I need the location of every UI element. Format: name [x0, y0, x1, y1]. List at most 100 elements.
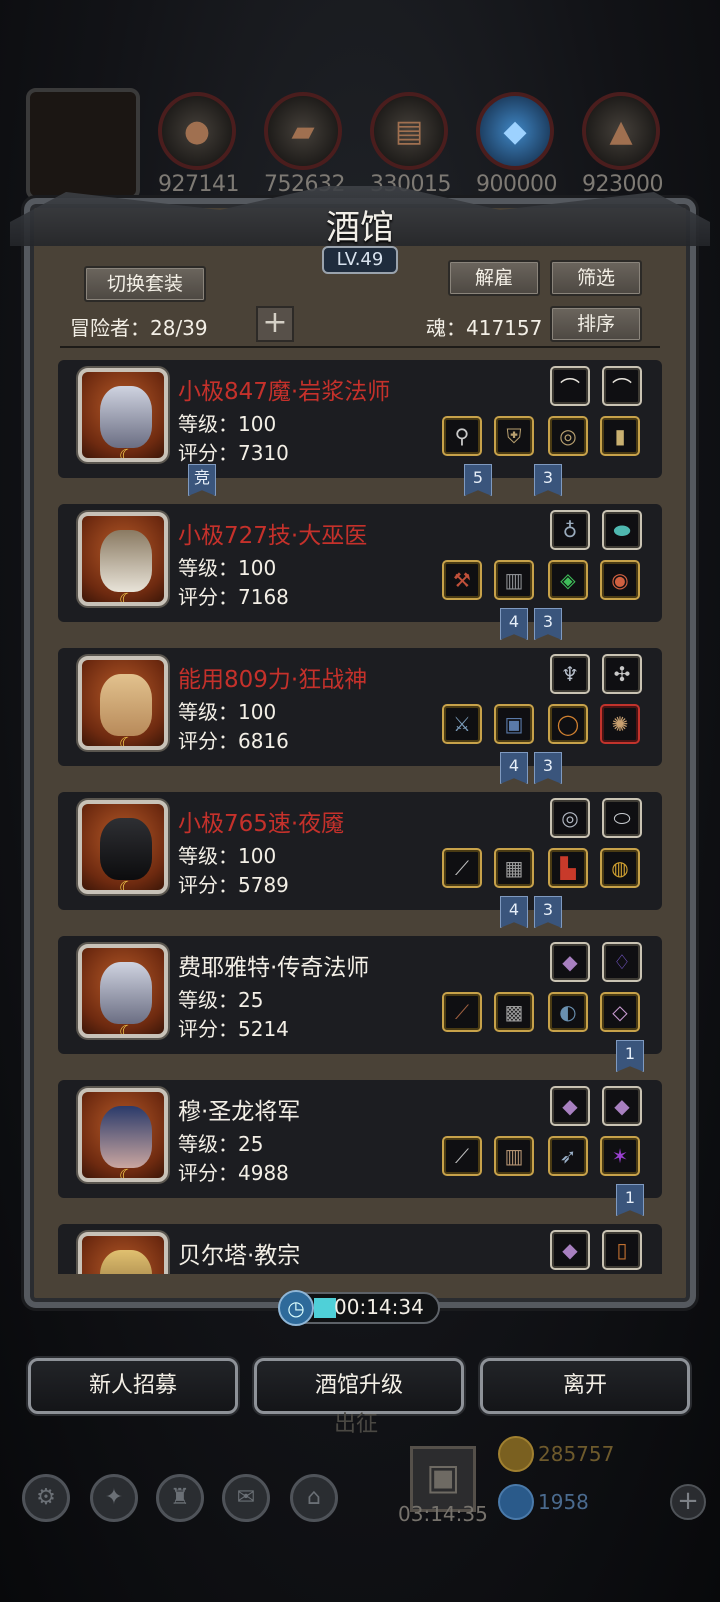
amulet-icon[interactable]: ♁ — [550, 510, 590, 550]
wand-icon[interactable]: ⟋ — [442, 992, 482, 1032]
mace-icon[interactable]: ⚒ — [442, 560, 482, 600]
shoulder-icon[interactable]: ◎ — [548, 416, 588, 456]
recruit-button[interactable]: 新人招募 — [28, 1358, 238, 1414]
hero-score: 评分：7168 — [178, 585, 289, 609]
hero-name: 费耶雅特·传奇法师 — [178, 955, 370, 981]
settings-icon[interactable]: ⚙ — [22, 1474, 70, 1522]
dismiss-button[interactable]: 解雇 — [448, 260, 540, 296]
enhance-flag: 1 — [616, 1184, 644, 1216]
hero-avatar: ☾ — [78, 368, 168, 462]
hero-name: 小极765速·夜魇 — [178, 811, 345, 837]
moon-icon: ☾ — [118, 878, 136, 894]
hero-icon[interactable]: ♜ — [156, 1474, 204, 1522]
scroll-icon[interactable]: ▮ — [600, 416, 640, 456]
hero-level: 等级：100 — [178, 556, 277, 580]
hero-list[interactable]: ☾ 小极847魔·岩浆法师 等级：100 评分：7310 ⌒ ⌒ ⚲ ⛨ ◎ ▮… — [58, 360, 662, 1274]
hero-row[interactable]: ☾ 小极765速·夜魇 等级：100 评分：5789 ◎ ⬭ ⟋ ▦ ▙ ◍ — [58, 792, 662, 910]
star-icon[interactable]: ✦ — [90, 1474, 138, 1522]
enhance-flag: 5 — [464, 464, 492, 496]
gold-amount: 285757 — [538, 1442, 615, 1466]
cloak-icon[interactable]: ▣ — [494, 704, 534, 744]
hero-row[interactable]: ☾ 小极727技·大巫医 等级：100 评分：7168 ♁ ⬬ ⚒ ▥ ◈ ◉ — [58, 504, 662, 622]
enhance-flag: 3 — [534, 608, 562, 640]
crystal-shard-icon[interactable]: ◆ — [550, 942, 590, 982]
moon-icon: ☾ — [118, 734, 136, 750]
helm-icon[interactable]: ▩ — [494, 992, 534, 1032]
resource-crystal[interactable]: ◆ 900000 — [476, 92, 557, 197]
dagger-icon[interactable]: ⟋ — [442, 848, 482, 888]
mail-icon[interactable]: ✉ — [222, 1474, 270, 1522]
hero-level: 等级：25 — [178, 1132, 264, 1156]
pendant-icon[interactable]: ♢ — [602, 942, 642, 982]
axe-icon[interactable]: ⚔ — [442, 704, 482, 744]
resource-iron[interactable]: ▤ 330015 — [370, 92, 451, 197]
hero-level: 等级：100 — [178, 700, 277, 724]
wood-icon: ▰ — [264, 92, 342, 170]
orb-icon[interactable]: ◈ — [548, 560, 588, 600]
moon-icon: ☾ — [118, 1022, 136, 1038]
enhance-flag: 4 — [500, 896, 528, 928]
crystal-shard-icon[interactable]: ◆ — [602, 1086, 642, 1126]
player-portrait[interactable] — [26, 88, 140, 200]
stone-icon: ▲ — [582, 92, 660, 170]
hero-row[interactable]: ☾ 费耶雅特·传奇法师 等级：25 评分：5214 ◆ ♢ ⟋ ▩ ◐ ◇ — [58, 936, 662, 1054]
armor-icon[interactable]: ⛨ — [494, 416, 534, 456]
hero-row[interactable]: ☾ 能用809力·狂战神 等级：100 评分：6816 ♆ ✣ ⚔ ▣ ◯ ✺ — [58, 648, 662, 766]
necklace-icon[interactable]: ♆ — [550, 654, 590, 694]
moon-icon: ☾ — [118, 590, 136, 606]
clock-icon: ◷ — [278, 1290, 314, 1326]
resource-wood[interactable]: ▰ 752632 — [264, 92, 345, 197]
header-divider — [60, 346, 660, 348]
emblem-icon[interactable]: ✣ — [602, 654, 642, 694]
spear-icon[interactable]: ⟋ — [442, 1136, 482, 1176]
resource-stone[interactable]: ▲ 923000 — [582, 92, 663, 197]
hero-name: 贝尔塔·教宗 — [178, 1243, 301, 1269]
armor-icon[interactable]: ▥ — [494, 1136, 534, 1176]
resource-meat[interactable]: ● 927141 — [158, 92, 239, 197]
hero-level: 等级：25 — [178, 988, 264, 1012]
hero-score: 评分：6816 — [178, 729, 289, 753]
resource-crystal-value: 900000 — [476, 172, 557, 197]
rune-icon[interactable]: ◇ — [600, 992, 640, 1032]
adventurer-count: 冒险者：28/39 — [70, 316, 208, 340]
add-currency-button[interactable]: + — [670, 1484, 706, 1520]
lantern-icon[interactable]: ▯ — [602, 1230, 642, 1270]
tavern-level-badge: LV.49 — [322, 246, 398, 274]
filter-button[interactable]: 筛选 — [550, 260, 642, 296]
sigil-icon[interactable]: ✶ — [600, 1136, 640, 1176]
boots-icon[interactable]: ▙ — [548, 848, 588, 888]
ring-icon[interactable]: ◉ — [600, 560, 640, 600]
add-capacity-button[interactable]: + — [256, 306, 294, 342]
gold-coin-icon — [498, 1436, 534, 1472]
hero-avatar: ☾ — [78, 944, 168, 1038]
gem-icon[interactable]: ⬬ — [602, 510, 642, 550]
enhance-flag: 3 — [534, 464, 562, 496]
expedition-label: 出征 — [334, 1412, 379, 1437]
staff-icon[interactable]: ⚲ — [442, 416, 482, 456]
medallion-icon[interactable]: ✺ — [600, 704, 640, 744]
lance-icon[interactable]: ➶ — [548, 1136, 588, 1176]
robe-icon[interactable]: ▥ — [494, 560, 534, 600]
hero-row[interactable]: ☾ 穆·圣龙将军 等级：25 评分：4988 ◆ ◆ ⟋ ▥ ➶ ✶ — [58, 1080, 662, 1198]
bracer-icon[interactable]: ⌒ — [602, 366, 642, 406]
stone-charm-icon[interactable]: ⬭ — [602, 798, 642, 838]
hero-row[interactable]: 贝尔塔·教宗 ◆ ▯ — [58, 1224, 662, 1274]
leave-button[interactable]: 离开 — [480, 1358, 690, 1414]
sort-button[interactable]: 排序 — [550, 306, 642, 342]
chest-armor-icon[interactable]: ▦ — [494, 848, 534, 888]
hero-level: 等级：100 — [178, 844, 277, 868]
hero-row[interactable]: ☾ 小极847魔·岩浆法师 等级：100 评分：7310 ⌒ ⌒ ⚲ ⛨ ◎ ▮ — [58, 360, 662, 478]
band-icon[interactable]: ◐ — [548, 992, 588, 1032]
enhance-flag: 3 — [534, 752, 562, 784]
timer-progress — [314, 1298, 336, 1318]
bracelet-icon[interactable]: ◎ — [550, 798, 590, 838]
ring-icon[interactable]: ◍ — [600, 848, 640, 888]
bracer-icon[interactable]: ⌒ — [550, 366, 590, 406]
crystal-shard-icon[interactable]: ◆ — [550, 1086, 590, 1126]
crystal-shard-icon[interactable]: ◆ — [550, 1230, 590, 1270]
gem-coin-icon — [498, 1484, 534, 1520]
switch-set-button[interactable]: 切换套装 — [84, 266, 206, 302]
ring-icon[interactable]: ◯ — [548, 704, 588, 744]
guild-icon[interactable]: ⌂ — [290, 1474, 338, 1522]
hero-level: 等级：100 — [178, 412, 277, 436]
